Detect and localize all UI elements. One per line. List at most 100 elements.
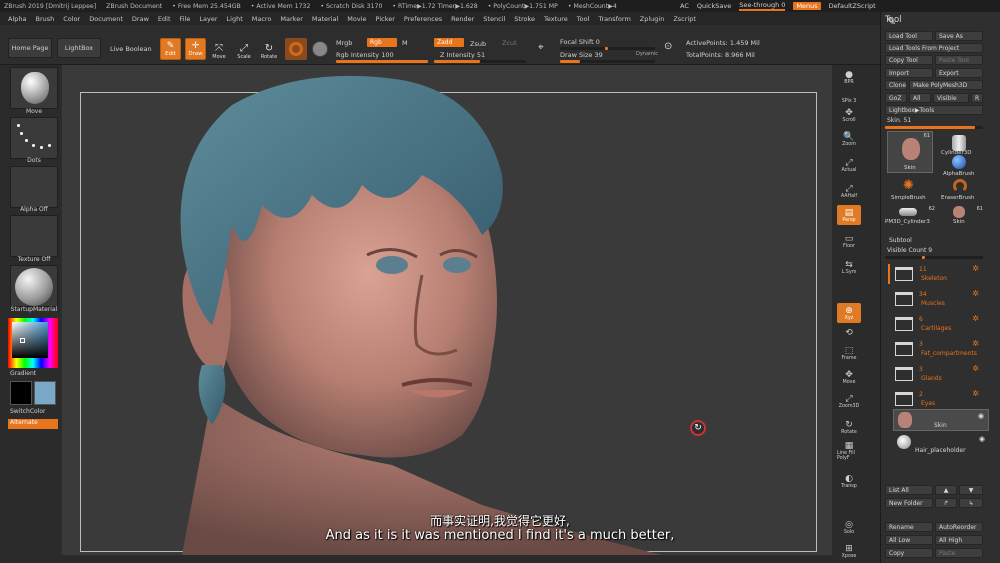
menu-alpha[interactable]: Alpha xyxy=(8,15,26,23)
mrgb-toggle[interactable]: Mrgb xyxy=(336,39,352,47)
edit-mode-button[interactable]: ✎ Edit xyxy=(160,38,181,60)
scale-mode-button[interactable]: ⤢ Scale xyxy=(234,38,254,61)
shelf-transp-button[interactable]: ◐ Transp xyxy=(837,471,861,491)
shelf-move-button[interactable]: ✥ Move xyxy=(837,367,861,387)
menu-preferences[interactable]: Preferences xyxy=(404,15,442,23)
menu-tool[interactable]: Tool xyxy=(577,15,590,23)
see-through-slider[interactable]: See-through 0 xyxy=(739,1,786,11)
rgb-toggle[interactable]: Rgb xyxy=(367,38,397,47)
shelf-bpr-button[interactable]: ● BPR xyxy=(837,67,861,87)
goz-all-button[interactable]: All xyxy=(909,93,931,103)
color-sphere-icon[interactable] xyxy=(312,41,328,57)
ac-button[interactable]: AC xyxy=(680,2,689,10)
save-as-button[interactable]: Save As xyxy=(935,31,983,41)
menu-picker[interactable]: Picker xyxy=(376,15,395,23)
paste-tool-button[interactable]: Paste Tool xyxy=(935,55,983,65)
goz-visible-button[interactable]: Visible xyxy=(933,93,969,103)
material-swatch-button[interactable] xyxy=(285,38,307,60)
load-tool-button[interactable]: Load Tool xyxy=(885,31,933,41)
current-tool-slider[interactable] xyxy=(885,126,983,129)
switch-color-button[interactable]: SwitchColor xyxy=(10,408,58,415)
move-down-icon[interactable]: ▼ xyxy=(959,485,983,495)
rgb-intensity-slider[interactable] xyxy=(336,60,428,63)
tool-thumb-eraserbrush[interactable]: EraserBrush xyxy=(937,177,983,203)
menu-zplugin[interactable]: Zplugin xyxy=(640,15,665,23)
menu-light[interactable]: Light xyxy=(227,15,243,23)
menu-render[interactable]: Render xyxy=(451,15,474,23)
make-polymesh3d-button[interactable]: Make PolyMesh3D xyxy=(909,80,983,90)
menu-stencil[interactable]: Stencil xyxy=(483,15,505,23)
list-all-button[interactable]: List All xyxy=(885,485,933,495)
tool-thumb-alphabrush[interactable]: AlphaBrush xyxy=(937,153,983,179)
color-picker[interactable] xyxy=(8,318,58,368)
alpha-select-button[interactable] xyxy=(10,166,58,208)
menu-stroke[interactable]: Stroke xyxy=(514,15,535,23)
gear-icon[interactable]: ✲ xyxy=(972,314,979,323)
move-mode-button[interactable]: ⤧ Move xyxy=(209,38,229,61)
gear-icon[interactable]: ✲ xyxy=(972,264,979,273)
zcut-toggle[interactable]: Zcut xyxy=(502,39,517,47)
clone-button[interactable]: Clone xyxy=(885,80,907,90)
gear-icon[interactable]: ✲ xyxy=(972,389,979,398)
z-intensity-slider[interactable] xyxy=(434,60,526,63)
menu-brush[interactable]: Brush xyxy=(35,15,54,23)
dynamic-toggle[interactable]: Dynamic xyxy=(636,51,658,57)
goz-button[interactable]: GoZ xyxy=(885,93,907,103)
main-color-swatch[interactable] xyxy=(10,381,32,405)
menu-macro[interactable]: Macro xyxy=(252,15,272,23)
shelf-frame-button[interactable]: ⬚ Frame xyxy=(837,343,861,363)
shelf-zoom3d-button[interactable]: ⤢ Zoom3D xyxy=(837,391,861,411)
secondary-color-swatch[interactable] xyxy=(34,381,56,405)
stroke-select-button[interactable] xyxy=(10,117,58,159)
menu-movie[interactable]: Movie xyxy=(347,15,366,23)
menu-texture[interactable]: Texture xyxy=(544,15,568,23)
zadd-toggle[interactable]: Zadd xyxy=(434,38,464,47)
menu-edit[interactable]: Edit xyxy=(158,15,171,23)
menu-color[interactable]: Color xyxy=(63,15,80,23)
shelf-zoom-button[interactable]: 🔍 Zoom xyxy=(837,129,861,149)
draw-mode-button[interactable]: ✛ Draw xyxy=(185,38,206,60)
zsub-toggle[interactable]: Zsub xyxy=(470,40,486,48)
shelf-xpose-button[interactable]: ⊞ Xpose xyxy=(837,541,861,561)
export-button[interactable]: Export xyxy=(935,68,983,78)
shelf-rotate-button[interactable]: ↻ Rotate xyxy=(837,417,861,437)
alternate-button[interactable]: Alternate xyxy=(8,419,58,429)
import-button[interactable]: Import xyxy=(885,68,933,78)
gradient-label[interactable]: Gradient xyxy=(10,370,58,377)
draw-size-slider[interactable] xyxy=(560,60,655,63)
subtool-row-skin[interactable]: Skin ◉ xyxy=(893,409,989,431)
gear-icon[interactable]: ✲ xyxy=(972,339,979,348)
menus-toggle[interactable]: Menus xyxy=(793,2,821,10)
tool-thumb-simplebrush[interactable]: ✺ SimpleBrush xyxy=(887,177,933,203)
menu-document[interactable]: Document xyxy=(89,15,123,23)
copy-tool-button[interactable]: Copy Tool xyxy=(885,55,933,65)
texture-select-button[interactable] xyxy=(10,215,58,257)
viewport-canvas[interactable]: ↻ xyxy=(62,65,832,555)
gear-icon[interactable]: ✲ xyxy=(972,289,979,298)
visibility-eye-icon[interactable]: ◉ xyxy=(978,412,984,420)
shelf-floor-button[interactable]: ▭ Floor xyxy=(837,231,861,251)
m-toggle[interactable]: M xyxy=(402,39,408,47)
menu-layer[interactable]: Layer xyxy=(199,15,217,23)
arrow-right-down-icon[interactable]: ↳ xyxy=(959,498,983,508)
color-picker-square[interactable] xyxy=(12,322,48,358)
subtool-folder-muscles[interactable]: 34 Muscles ✲ xyxy=(887,289,995,313)
shelf-actual-button[interactable]: ⤢ Actual xyxy=(837,155,861,175)
menu-material[interactable]: Material xyxy=(312,15,338,23)
move-up-icon[interactable]: ▲ xyxy=(935,485,957,495)
subtool-folder-cartilages[interactable]: 6 Cartilages ✲ xyxy=(887,314,995,338)
shelf-line-fill-polyf-button[interactable]: ▦ Line Fill PolyF xyxy=(837,441,861,461)
new-folder-button[interactable]: New Folder xyxy=(885,498,933,508)
subtool-row-hair[interactable]: Hair_placeholder ◉ xyxy=(893,433,989,455)
shelf-scroll-button[interactable]: ✥ Scroll xyxy=(837,105,861,125)
menu-file[interactable]: File xyxy=(180,15,191,23)
paste-subtool-button[interactable]: Paste xyxy=(935,548,983,558)
focal-shift-slider[interactable] xyxy=(560,47,655,50)
shelf-aahalf-button[interactable]: ⤢ AAHalf xyxy=(837,181,861,201)
copy-subtool-button[interactable]: Copy xyxy=(885,548,933,558)
subtool-folder-skeleton[interactable]: 11 Skeleton ✲ xyxy=(887,264,995,288)
menu-draw[interactable]: Draw xyxy=(132,15,149,23)
tool-thumb-pm3d-cylinder3[interactable]: 62 PM3D_Cylinder3 xyxy=(885,205,935,229)
menu-transform[interactable]: Transform xyxy=(598,15,630,23)
quicksave-button[interactable]: QuickSave xyxy=(697,2,731,10)
